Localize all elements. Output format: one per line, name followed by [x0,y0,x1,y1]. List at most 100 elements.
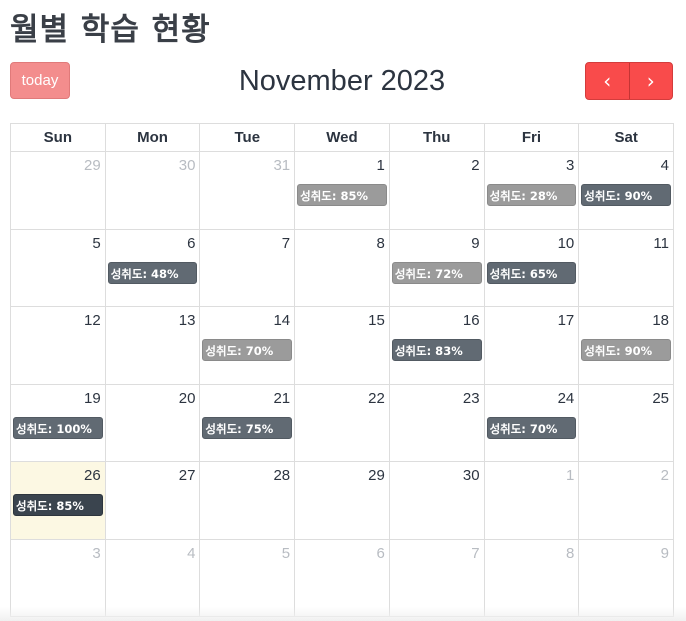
day-number[interactable]: 10 [487,235,577,257]
day-cell[interactable]: 12 [11,307,106,385]
day-cell[interactable]: 9 [579,539,674,617]
achievement-event[interactable]: 성취도: 65% [486,261,577,284]
day-cell[interactable]: 29 [11,152,106,230]
day-number[interactable]: 29 [297,467,387,489]
day-number[interactable]: 8 [297,235,387,257]
day-number[interactable]: 21 [202,390,292,412]
day-number[interactable]: 15 [297,312,387,334]
day-cell[interactable]: 4 [105,539,201,617]
day-cell[interactable]: 3 [11,539,106,617]
day-cell[interactable]: 6 [295,539,390,617]
day-cell[interactable]: 1 [484,462,580,540]
day-number[interactable]: 18 [581,312,671,334]
day-cell[interactable]: 18 성취도: 90% [579,307,674,385]
day-number[interactable]: 14 [202,312,292,334]
day-number[interactable]: 4 [108,545,198,567]
achievement-event[interactable]: 성취도: 83% [391,339,482,361]
day-number[interactable]: 2 [581,467,671,489]
day-number[interactable]: 2 [392,157,482,179]
day-cell[interactable]: 22 [295,384,390,462]
day-cell[interactable]: 30 [105,152,201,230]
day-cell[interactable]: 5 [11,229,106,307]
day-cell[interactable]: 4 성취도: 90% [579,152,674,230]
day-number[interactable]: 25 [581,390,671,412]
achievement-event[interactable]: 성취도: 85% [297,184,387,206]
day-cell[interactable]: 25 [579,384,674,462]
day-cell[interactable]: 11 [579,229,674,307]
day-number[interactable]: 7 [202,235,292,257]
day-number[interactable]: 28 [202,467,292,489]
day-cell[interactable]: 23 [389,384,485,462]
day-cell[interactable]: 9 성취도: 72% [389,229,485,307]
day-cell[interactable]: 10 성취도: 65% [484,229,580,307]
day-cell[interactable]: 21 성취도: 75% [200,384,296,462]
day-cell[interactable]: 27 [105,462,201,540]
day-number[interactable]: 19 [13,390,103,412]
day-number[interactable]: 23 [392,390,482,412]
day-number[interactable]: 6 [108,235,198,257]
day-number[interactable]: 6 [297,545,387,567]
day-cell[interactable]: 7 [200,229,296,307]
day-number[interactable]: 26 [13,467,103,489]
achievement-event[interactable]: 성취도: 28% [486,184,577,206]
day-number[interactable]: 4 [581,157,671,179]
day-cell[interactable]: 7 [389,539,485,617]
day-number[interactable]: 29 [13,157,103,179]
day-number[interactable]: 30 [108,157,198,179]
day-cell[interactable]: 29 [295,462,390,540]
day-number[interactable]: 11 [581,235,671,257]
day-cell[interactable]: 8 [295,229,390,307]
day-cell[interactable]: 19 성취도: 100% [11,384,106,462]
day-cell[interactable]: 14 성취도: 70% [200,307,296,385]
day-number[interactable]: 16 [392,312,482,334]
day-cell[interactable]: 2 [389,152,485,230]
day-cell[interactable]: 16 성취도: 83% [389,307,485,385]
day-number[interactable]: 9 [392,235,482,257]
day-number[interactable]: 31 [202,157,292,179]
day-cell[interactable]: 8 [484,539,580,617]
day-number[interactable]: 27 [108,467,198,489]
day-cell[interactable]: 28 [200,462,296,540]
day-number[interactable]: 7 [392,545,482,567]
achievement-event[interactable]: 성취도: 100% [13,416,103,439]
day-number[interactable]: 1 [297,157,387,179]
achievement-event[interactable]: 성취도: 48% [107,261,198,284]
day-cell[interactable]: 13 [105,307,201,385]
day-cell[interactable]: 24 성취도: 70% [484,384,580,462]
day-cell[interactable]: 15 [295,307,390,385]
prev-month-button[interactable]: ‹ [586,63,629,99]
achievement-event[interactable]: 성취도: 90% [581,184,671,206]
day-number[interactable]: 5 [13,235,103,257]
day-cell[interactable]: 30 [389,462,485,540]
achievement-event[interactable]: 성취도: 75% [202,416,293,439]
day-cell-today[interactable]: 26 성취도: 85% [11,462,106,540]
day-cell[interactable]: 17 [484,307,580,385]
day-number[interactable]: 8 [487,545,577,567]
achievement-event[interactable]: 성취도: 90% [581,339,671,361]
achievement-event[interactable]: 성취도: 70% [202,339,293,361]
day-number[interactable]: 30 [392,467,482,489]
day-cell[interactable]: 5 [200,539,296,617]
day-cell[interactable]: 3 성취도: 28% [484,152,580,230]
day-number[interactable]: 5 [202,545,292,567]
day-cell[interactable]: 6 성취도: 48% [105,229,201,307]
day-number[interactable]: 22 [297,390,387,412]
day-number[interactable]: 20 [108,390,198,412]
day-cell[interactable]: 2 [579,462,674,540]
achievement-event[interactable]: 성취도: 85% [13,494,103,516]
next-month-button[interactable]: › [628,63,673,99]
day-cell[interactable]: 20 [105,384,201,462]
day-number[interactable]: 9 [581,545,671,567]
achievement-event[interactable]: 성취도: 72% [391,261,482,284]
day-cell[interactable]: 1 성취도: 85% [295,152,390,230]
day-cell[interactable]: 31 [200,152,296,230]
day-number[interactable]: 1 [487,467,577,489]
day-number[interactable]: 3 [13,545,103,567]
day-number[interactable]: 12 [13,312,103,334]
day-number[interactable]: 24 [487,390,577,412]
day-number[interactable]: 13 [108,312,198,334]
day-number[interactable]: 17 [487,312,577,334]
achievement-event[interactable]: 성취도: 70% [486,416,577,439]
today-button[interactable]: today [10,62,70,99]
day-number[interactable]: 3 [487,157,577,179]
